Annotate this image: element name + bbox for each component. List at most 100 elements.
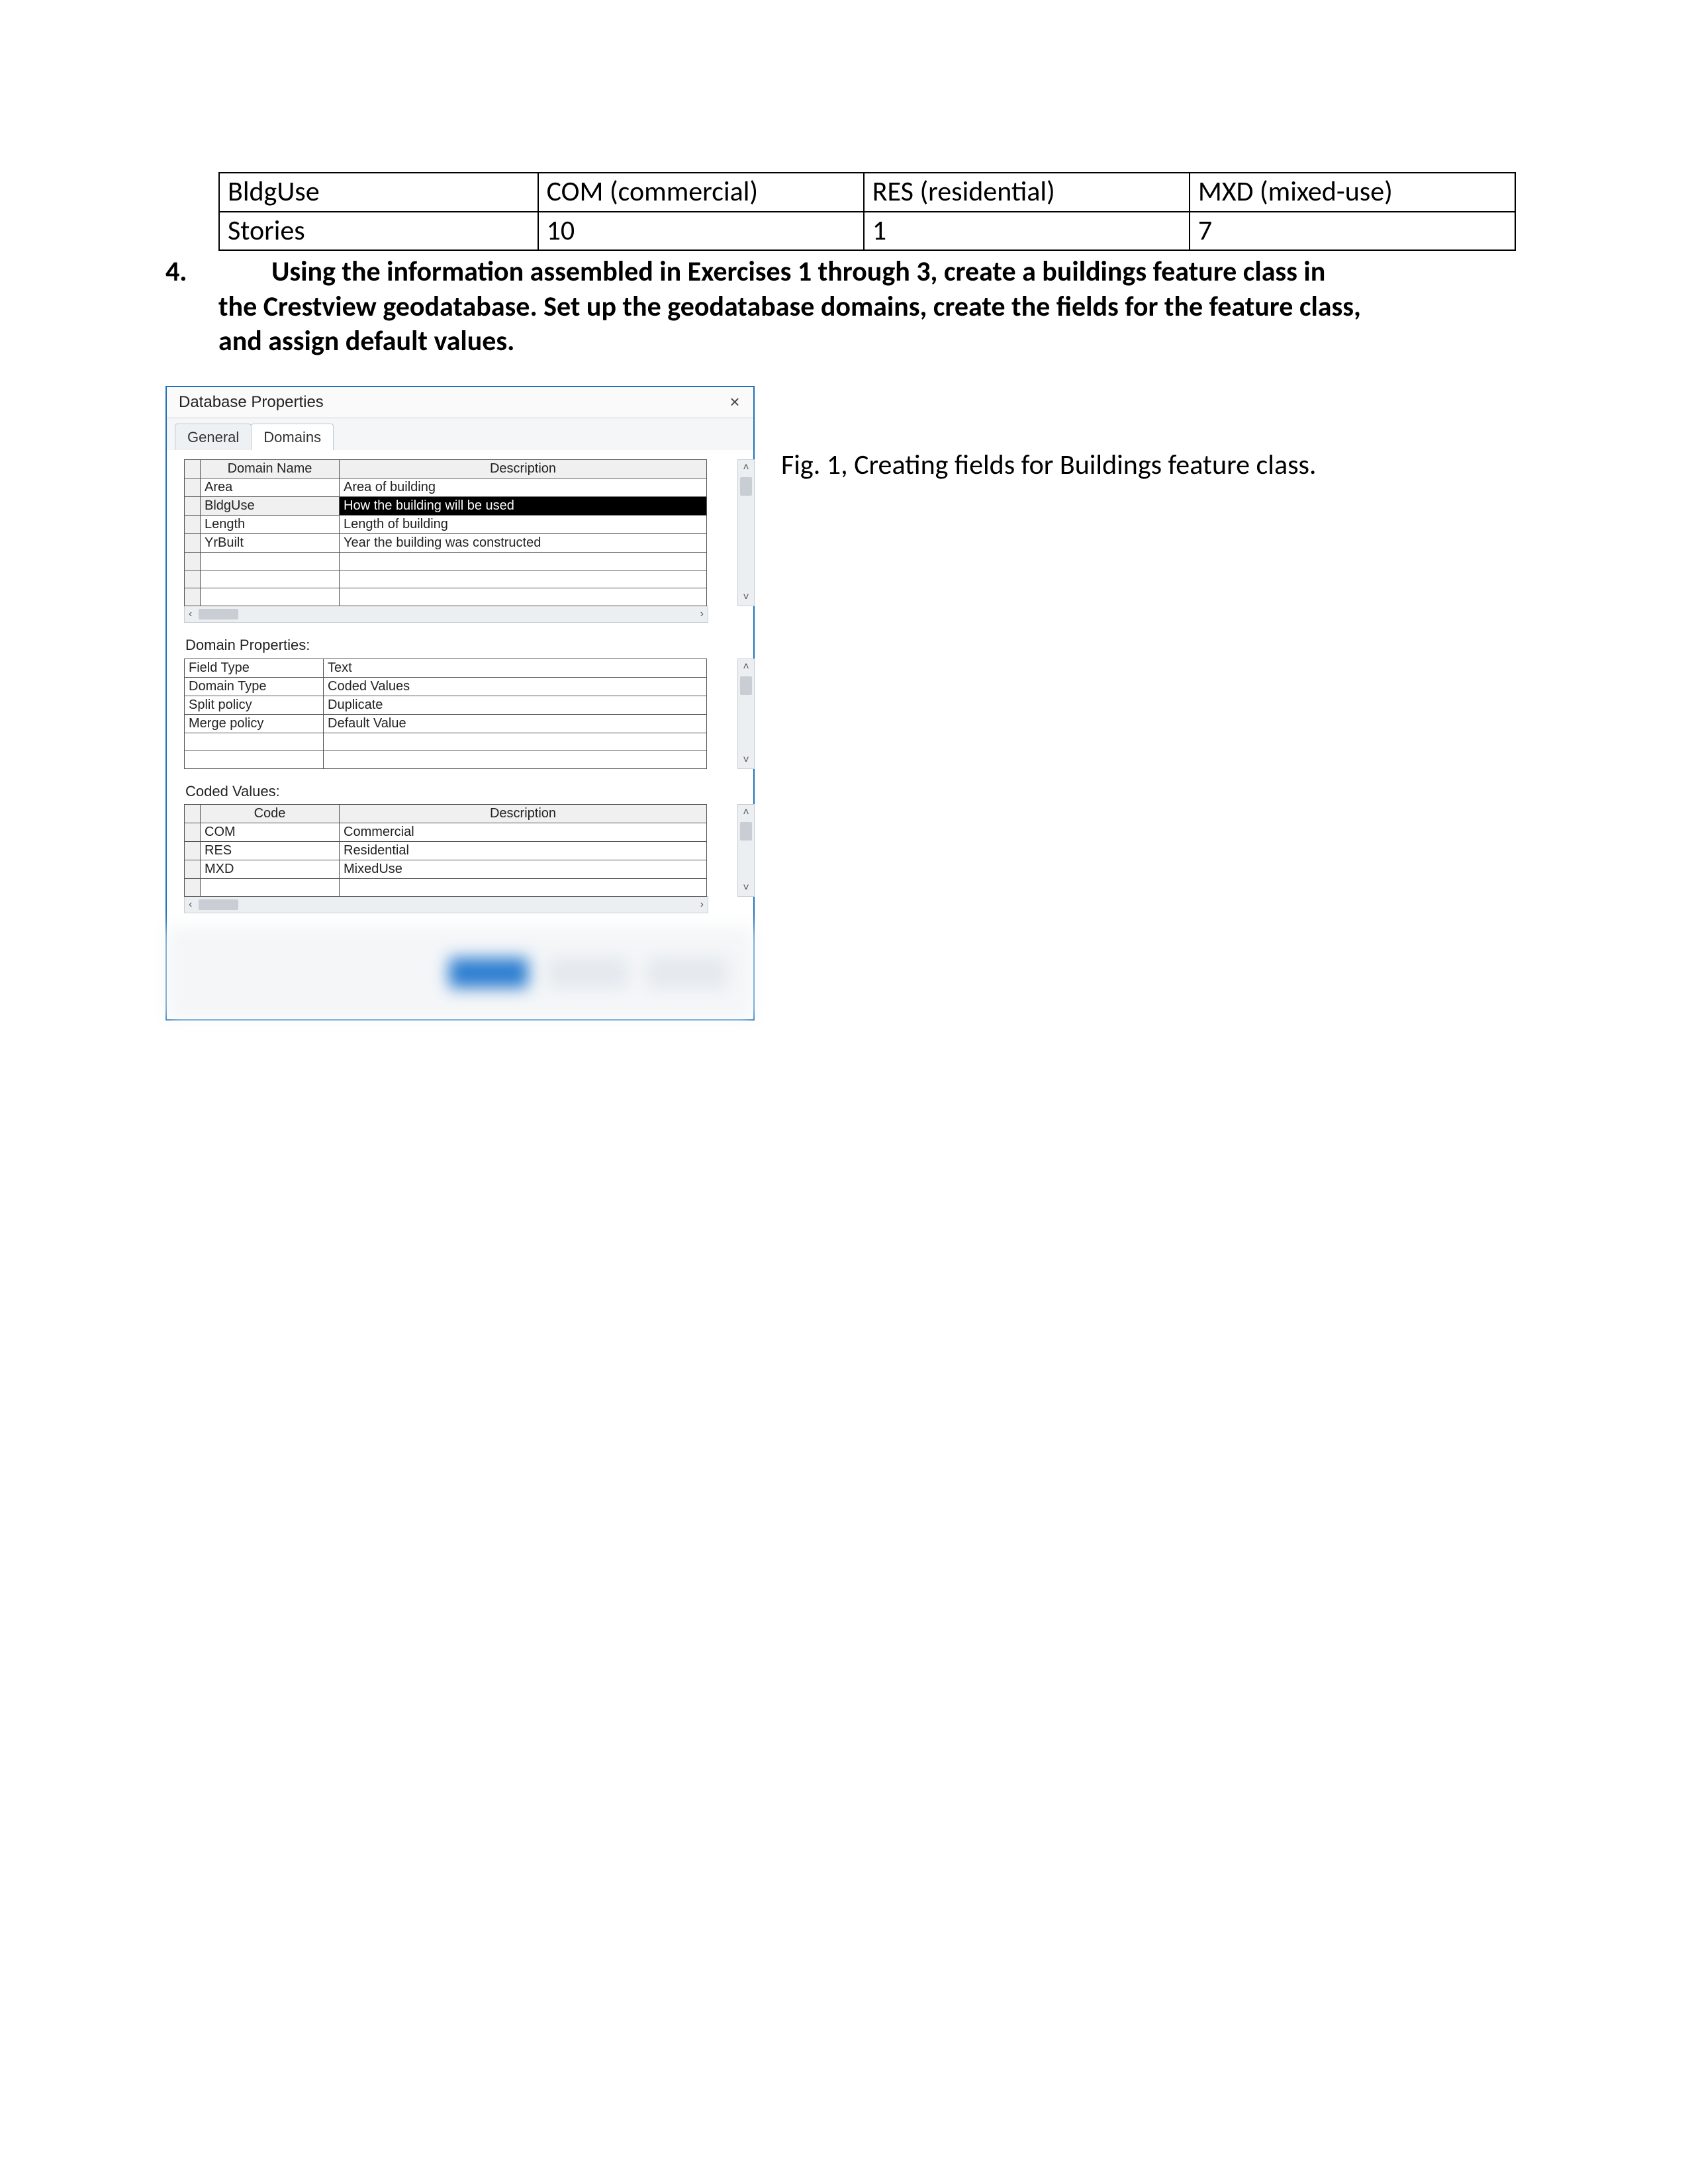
domain-grid-header-desc: Description: [340, 460, 707, 478]
vertical-scrollbar[interactable]: ˄ ˅: [737, 659, 755, 769]
property-key: Field Type: [185, 659, 324, 677]
domain-name-cell[interactable]: BldgUse: [201, 497, 340, 516]
coded-values-grid[interactable]: Code Description COM Commercial RES Resi…: [184, 804, 707, 897]
vertical-scrollbar[interactable]: ˄ ˅: [737, 459, 755, 606]
domain-grid-row[interactable]: YrBuilt Year the building was constructe…: [185, 534, 707, 553]
property-row[interactable]: Merge policy Default Value: [185, 714, 707, 733]
property-key: Merge policy: [185, 714, 324, 733]
grid-corner: [185, 805, 201, 823]
property-value[interactable]: Coded Values: [324, 677, 707, 696]
domain-grid-row[interactable]: Area Area of building: [185, 478, 707, 497]
table-row: Stories 10 1 7: [219, 212, 1515, 251]
code-cell[interactable]: COM: [201, 823, 340, 842]
question-line: the Crestview geodatabase. Set up the ge…: [218, 290, 1523, 325]
dialog-titlebar[interactable]: Database Properties ×: [167, 387, 753, 418]
coded-values-label: Coded Values:: [185, 782, 736, 801]
desc-cell[interactable]: Commercial: [340, 823, 707, 842]
coded-values-header-code: Code: [201, 805, 340, 823]
scroll-left-icon[interactable]: ‹: [185, 898, 196, 911]
domain-grid-row[interactable]: BldgUse How the building will be used: [185, 497, 707, 516]
property-row[interactable]: Field Type Text: [185, 659, 707, 677]
code-cell[interactable]: RES: [201, 842, 340, 860]
coded-value-row[interactable]: MXD MixedUse: [185, 860, 707, 879]
domain-name-cell[interactable]: Length: [201, 516, 340, 534]
domain-properties-grid[interactable]: Field Type Text Domain Type Coded Values…: [184, 659, 707, 769]
property-row[interactable]: [185, 733, 707, 751]
grid-corner: [185, 460, 201, 478]
table-row: BldgUse COM (commercial) RES (residentia…: [219, 173, 1515, 212]
domain-desc-cell[interactable]: Year the building was constructed: [340, 534, 707, 553]
coded-values-header-desc: Description: [340, 805, 707, 823]
domain-grid[interactable]: Domain Name Description Area Area of bui…: [184, 459, 707, 606]
domain-grid-wrap: Domain Name Description Area Area of bui…: [184, 459, 736, 606]
tab-general[interactable]: General: [175, 424, 252, 451]
dialog-action-row: [167, 927, 753, 1019]
scroll-thumb[interactable]: [199, 609, 238, 619]
property-value[interactable]: Text: [324, 659, 707, 677]
domain-grid-row[interactable]: [185, 570, 707, 588]
figure-caption: Fig. 1, Creating fields for Buildings fe…: [781, 386, 1317, 483]
attribute-examples-table: BldgUse COM (commercial) RES (residentia…: [218, 172, 1516, 251]
scroll-right-icon[interactable]: ›: [696, 608, 708, 621]
domain-desc-cell[interactable]: Length of building: [340, 516, 707, 534]
property-key: Domain Type: [185, 677, 324, 696]
scroll-up-icon[interactable]: ˄: [743, 460, 749, 476]
domain-grid-header-name: Domain Name: [201, 460, 340, 478]
scroll-down-icon[interactable]: ˅: [743, 590, 749, 606]
coded-value-row[interactable]: RES Residential: [185, 842, 707, 860]
question-text: Using the information assembled in Exerc…: [218, 255, 1523, 359]
question-line: and assign default values.: [218, 324, 1523, 359]
database-properties-dialog: Database Properties × General Domains Do…: [165, 386, 755, 1021]
scroll-thumb[interactable]: [740, 676, 752, 695]
horizontal-scrollbar[interactable]: ‹ ›: [184, 606, 708, 623]
domain-name-cell[interactable]: YrBuilt: [201, 534, 340, 553]
scroll-up-icon[interactable]: ˄: [743, 805, 749, 821]
cell: MXD (mixed-use): [1190, 173, 1515, 212]
coded-value-row[interactable]: [185, 879, 707, 897]
property-key: Split policy: [185, 696, 324, 714]
property-row[interactable]: Domain Type Coded Values: [185, 677, 707, 696]
close-icon[interactable]: ×: [722, 391, 748, 413]
scroll-down-icon[interactable]: ˅: [743, 880, 749, 896]
domain-grid-row[interactable]: Length Length of building: [185, 516, 707, 534]
property-value[interactable]: Default Value: [324, 714, 707, 733]
ok-button[interactable]: [449, 958, 528, 988]
cancel-button[interactable]: [548, 958, 628, 988]
domain-grid-row[interactable]: [185, 588, 707, 606]
domain-grid-row[interactable]: [185, 553, 707, 570]
property-row[interactable]: Split policy Duplicate: [185, 696, 707, 714]
domain-name-cell[interactable]: Area: [201, 478, 340, 497]
vertical-scrollbar[interactable]: ˄ ˅: [737, 804, 755, 897]
domain-properties-label: Domain Properties:: [185, 636, 736, 655]
scroll-thumb[interactable]: [199, 899, 238, 910]
scroll-up-icon[interactable]: ˄: [743, 659, 749, 675]
scroll-thumb[interactable]: [740, 477, 752, 496]
property-value[interactable]: Duplicate: [324, 696, 707, 714]
tab-strip: General Domains: [167, 418, 753, 451]
dialog-title: Database Properties: [179, 392, 324, 412]
scroll-right-icon[interactable]: ›: [696, 898, 708, 911]
domain-desc-cell[interactable]: Area of building: [340, 478, 707, 497]
coded-value-row[interactable]: COM Commercial: [185, 823, 707, 842]
apply-button[interactable]: [647, 958, 727, 988]
cell: 7: [1190, 212, 1515, 251]
desc-cell[interactable]: Residential: [340, 842, 707, 860]
property-row[interactable]: [185, 751, 707, 768]
scroll-left-icon[interactable]: ‹: [185, 608, 196, 621]
question-4: 4. Using the information assembled in Ex…: [165, 255, 1523, 359]
question-number: 4.: [165, 255, 218, 359]
domain-desc-cell[interactable]: How the building will be used: [340, 497, 707, 516]
cell: Stories: [219, 212, 538, 251]
desc-cell[interactable]: MixedUse: [340, 860, 707, 879]
horizontal-scrollbar[interactable]: ‹ ›: [184, 896, 708, 913]
question-line: Using the information assembled in Exerc…: [271, 255, 1325, 289]
scroll-thumb[interactable]: [740, 822, 752, 841]
cell: 1: [864, 212, 1190, 251]
cell: RES (residential): [864, 173, 1190, 212]
cell: BldgUse: [219, 173, 538, 212]
cell: COM (commercial): [538, 173, 864, 212]
code-cell[interactable]: MXD: [201, 860, 340, 879]
cell: 10: [538, 212, 864, 251]
tab-domains[interactable]: Domains: [251, 424, 334, 451]
scroll-down-icon[interactable]: ˅: [743, 752, 749, 768]
